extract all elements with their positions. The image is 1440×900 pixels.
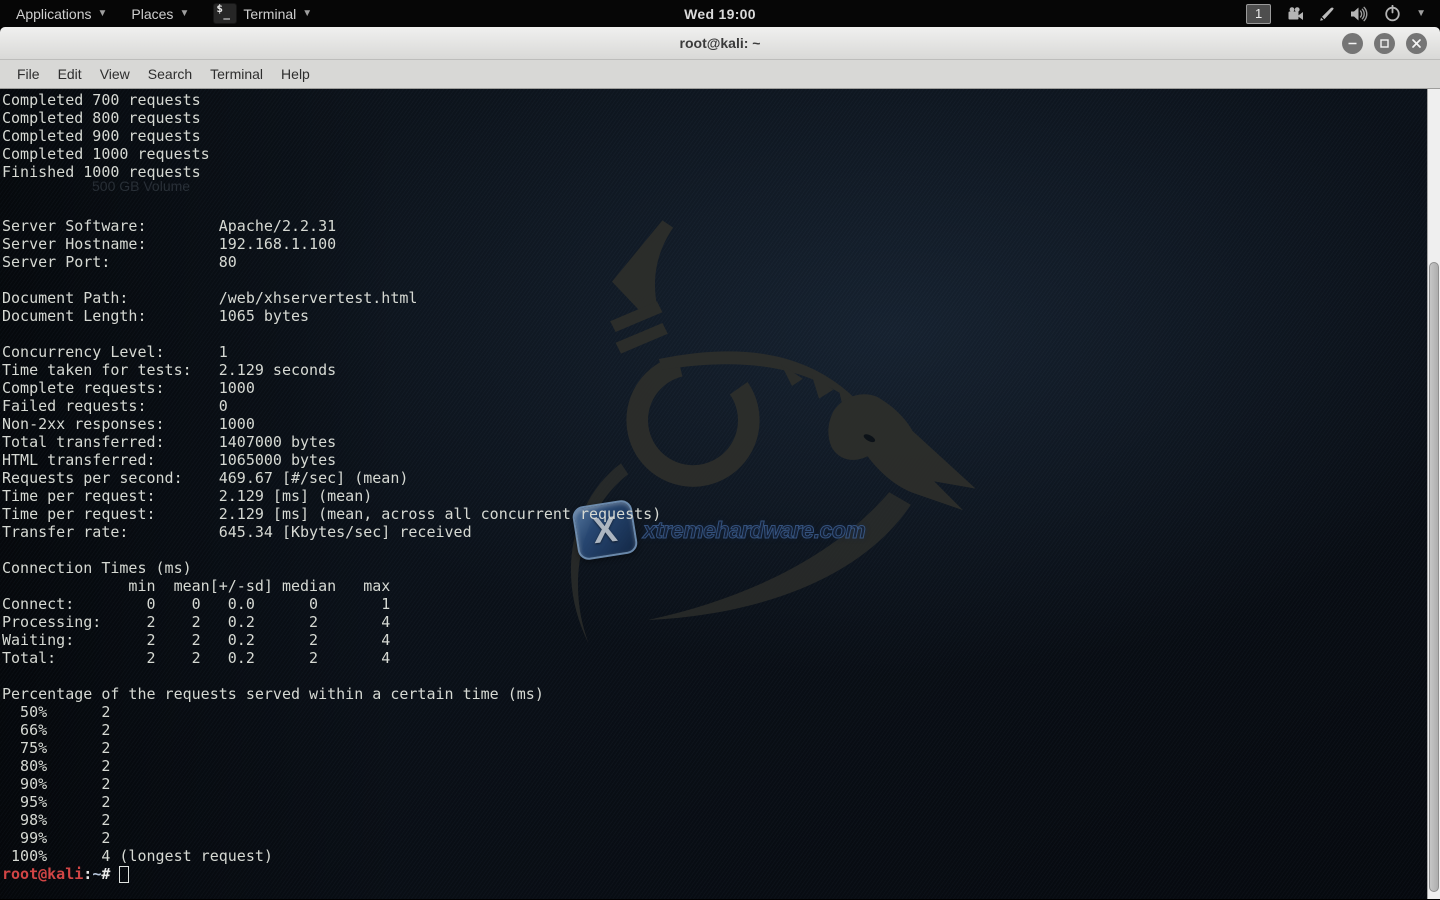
chevron-down-icon: ▼ — [179, 9, 189, 19]
panel-left: Applications ▼ Places ▼ $_ Terminal ▼ — [0, 0, 324, 27]
scrollbar-thumb[interactable] — [1429, 262, 1439, 892]
chevron-down-icon: ▼ — [98, 9, 108, 19]
desktop: Applications ▼ Places ▼ $_ Terminal ▼ We… — [0, 0, 1440, 900]
prompt-line: root@kali : ~ # — [2, 865, 1440, 883]
menu-terminal[interactable]: Terminal — [201, 60, 272, 88]
places-label: Places — [131, 6, 173, 22]
places-menu[interactable]: Places ▼ — [119, 0, 201, 27]
terminal-cursor — [119, 866, 129, 883]
menu-search[interactable]: Search — [139, 60, 201, 88]
close-button[interactable] — [1406, 33, 1427, 54]
menu-view[interactable]: View — [91, 60, 139, 88]
active-app-label: Terminal — [243, 6, 296, 22]
menu-help[interactable]: Help — [272, 60, 319, 88]
camera-icon[interactable] — [1286, 7, 1304, 21]
active-app-menu[interactable]: $_ Terminal ▼ — [201, 0, 324, 27]
volume-icon[interactable] — [1350, 6, 1369, 22]
prompt-user: root@kali — [2, 865, 83, 883]
prompt-separator: : — [83, 865, 92, 883]
window-controls — [1342, 33, 1440, 54]
top-panel: Applications ▼ Places ▼ $_ Terminal ▼ We… — [0, 0, 1440, 27]
power-icon[interactable] — [1384, 5, 1401, 22]
terminal-viewport[interactable]: X xtremehardware.com 500 GB Volume Compl… — [0, 89, 1440, 899]
prompt-path: ~ — [92, 865, 101, 883]
menu-file[interactable]: File — [8, 60, 49, 88]
terminal-icon: $_ — [213, 3, 237, 24]
prompt-symbol: # — [101, 865, 119, 883]
chevron-down-icon: ▼ — [302, 9, 312, 19]
applications-label: Applications — [16, 6, 92, 22]
menu-edit[interactable]: Edit — [49, 60, 91, 88]
panel-right: 1 ▼ — [1246, 0, 1440, 27]
window-title: root@kali: ~ — [680, 35, 761, 51]
workspace-indicator[interactable]: 1 — [1246, 4, 1271, 24]
maximize-button[interactable] — [1374, 33, 1395, 54]
applications-menu[interactable]: Applications ▼ — [0, 0, 119, 27]
chevron-down-icon[interactable]: ▼ — [1416, 9, 1426, 19]
terminal-output: Completed 700 requests Completed 800 req… — [0, 89, 1440, 865]
clock[interactable]: Wed 19:00 — [684, 6, 756, 22]
minimize-button[interactable] — [1342, 33, 1363, 54]
menubar: File Edit View Search Terminal Help — [0, 60, 1440, 89]
titlebar[interactable]: root@kali: ~ — [0, 27, 1440, 60]
terminal-window: root@kali: ~ File Edit View Search Termi… — [0, 27, 1440, 900]
brush-icon[interactable] — [1319, 6, 1335, 22]
scrollbar[interactable] — [1427, 89, 1440, 899]
